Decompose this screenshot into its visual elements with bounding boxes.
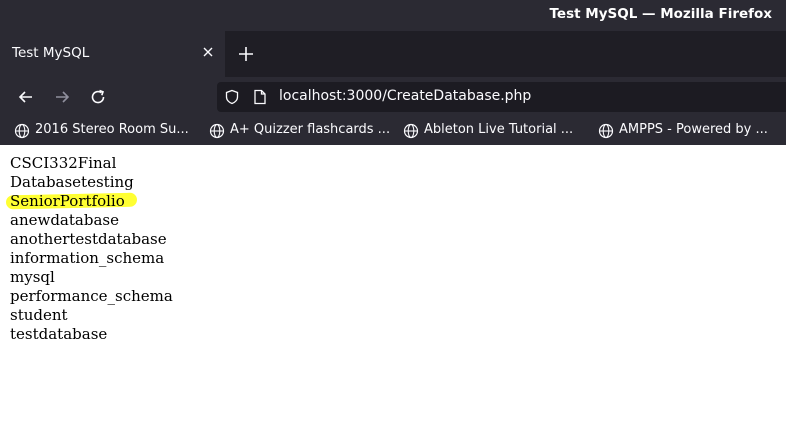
globe-icon: [209, 123, 225, 139]
globe-icon: [14, 123, 30, 139]
back-arrow-icon[interactable]: [16, 87, 36, 107]
close-tab-icon[interactable]: [199, 43, 217, 61]
list-item: mysql: [10, 268, 55, 286]
shield-icon[interactable]: [224, 89, 240, 105]
globe-icon: [403, 123, 419, 139]
bookmark-label: A+ Quizzer flashcards ...: [230, 122, 391, 137]
window-title: Test MySQL — Mozilla Firefox: [549, 6, 772, 22]
bookmarks-toolbar: 2016 Stereo Room Su... A+ Quizzer flashc…: [0, 117, 786, 145]
page-icon[interactable]: [253, 89, 267, 105]
address-bar[interactable]: localhost:3000/CreateDatabase.php: [217, 82, 786, 112]
list-item: performance_schema: [10, 287, 173, 305]
tab-strip: Test MySQL: [0, 31, 786, 77]
list-item: student: [10, 306, 68, 324]
new-tab-plus-icon[interactable]: [236, 44, 256, 64]
url-text: localhost:3000/CreateDatabase.php: [279, 88, 532, 104]
list-item: anewdatabase: [10, 211, 119, 229]
list-item: information_schema: [10, 249, 165, 267]
tab-label: Test MySQL: [12, 45, 90, 61]
tab-test-mysql[interactable]: Test MySQL: [0, 31, 225, 77]
list-item: SeniorPortfolio: [10, 192, 125, 210]
list-item: testdatabase: [10, 325, 108, 343]
database-list: CSCI332Final Databasetesting SeniorPortf…: [10, 154, 173, 344]
window-titlebar: Test MySQL — Mozilla Firefox: [0, 0, 786, 31]
bookmark-label: Ableton Live Tutorial ...: [424, 122, 574, 137]
globe-icon: [598, 123, 614, 139]
reload-icon[interactable]: [88, 87, 108, 107]
list-item: Databasetesting: [10, 173, 134, 191]
bookmark-label: 2016 Stereo Room Su...: [35, 122, 189, 137]
bookmark-label: AMPPS - Powered by ...: [619, 122, 768, 137]
list-item: anothertestdatabase: [10, 230, 167, 248]
navigation-toolbar: localhost:3000/CreateDatabase.php: [0, 77, 786, 117]
forward-arrow-icon[interactable]: [52, 87, 72, 107]
list-item: CSCI332Final: [10, 154, 117, 172]
